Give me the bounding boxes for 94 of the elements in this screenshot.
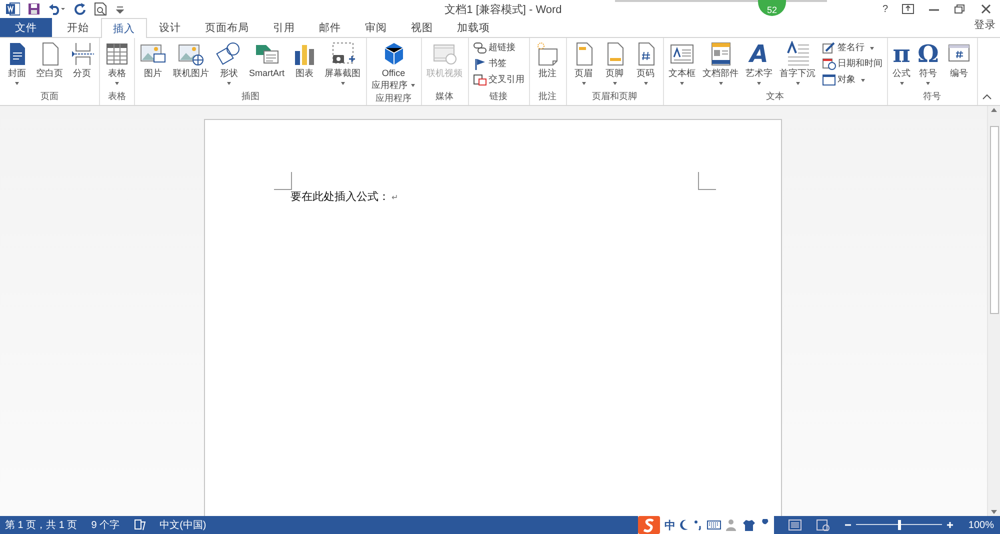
ime-toolbar[interactable]: 中: [638, 516, 774, 534]
ribbon-display-icon[interactable]: [902, 4, 914, 14]
collapse-ribbon-icon[interactable]: [982, 93, 992, 101]
group-label: 页面: [40, 90, 60, 103]
symbol-glyph: π: [892, 41, 910, 67]
table-icon: [105, 41, 129, 67]
proofing-icon[interactable]: [134, 519, 146, 531]
help-button[interactable]: ?: [882, 4, 888, 14]
ribbon-button[interactable]: Office 应用程序: [368, 40, 419, 92]
customize-icon[interactable]: [116, 4, 124, 14]
ribbon-button[interactable]: SmartArt: [246, 40, 288, 80]
drop-cap-icon: [784, 41, 811, 67]
ribbon-button[interactable]: 对象: [820, 72, 885, 87]
ribbon-tab[interactable]: 设计: [147, 18, 193, 37]
ribbon-tab[interactable]: 邮件: [307, 18, 353, 37]
language-indicator[interactable]: 中文(中国): [160, 518, 206, 532]
signature-line-icon: [822, 42, 836, 54]
ribbon-button[interactable]: 页码: [630, 40, 661, 88]
print-preview-icon[interactable]: [94, 2, 108, 16]
group-label: 表格: [107, 90, 127, 103]
group-label: 符号: [922, 90, 942, 103]
counter-badge: 52: [758, 0, 786, 16]
save-icon[interactable]: [28, 3, 40, 15]
punctuation-icon[interactable]: [693, 519, 704, 531]
symbol-glyph: A: [750, 41, 768, 67]
ribbon-button[interactable]: A 艺术字: [742, 40, 776, 88]
ribbon-button[interactable]: 页脚: [600, 40, 630, 88]
ribbon-tab[interactable]: 加载项: [445, 18, 502, 37]
document-text: 要在此处插入公式：: [290, 190, 390, 204]
ribbon-button[interactable]: 签名行: [820, 40, 885, 55]
ribbon-button[interactable]: 文档部件: [700, 40, 742, 88]
paragraph-mark: ↵: [392, 193, 398, 202]
close-icon[interactable]: [980, 4, 992, 14]
ribbon-tab[interactable]: 页面布局: [193, 18, 261, 37]
undo-icon[interactable]: [48, 3, 66, 15]
crop-mark: [274, 172, 292, 190]
ime-mode[interactable]: 中: [664, 518, 676, 532]
ribbon-tab[interactable]: 引用: [261, 18, 307, 37]
link-icon: [472, 42, 487, 54]
zoom-in-icon[interactable]: [946, 521, 954, 529]
ribbon-button[interactable]: 书签: [470, 56, 527, 71]
flag-icon: [472, 58, 487, 70]
zoom-thumb[interactable]: [898, 520, 902, 530]
web-layout-icon[interactable]: [816, 519, 830, 531]
ribbon-tab[interactable]: 开始: [55, 18, 101, 37]
ribbon-button[interactable]: 交叉引用: [470, 72, 527, 87]
word-count[interactable]: 9 个字: [91, 518, 120, 532]
file-tab[interactable]: 文件: [0, 18, 52, 37]
ribbon-button[interactable]: 表格: [102, 40, 132, 88]
ribbon-button[interactable]: 形状: [213, 40, 245, 88]
group-label: 页眉和页脚: [591, 90, 638, 103]
ribbon-button[interactable]: Ω 符号: [914, 40, 942, 88]
ribbon-tab[interactable]: 视图: [399, 18, 445, 37]
window-title: 文档1 [兼容模式] - Word: [444, 2, 562, 16]
ribbon-button[interactable]: 封面: [2, 40, 32, 88]
shapes-icon: [216, 41, 242, 67]
group-label: 插图: [240, 90, 260, 103]
print-layout-icon[interactable]: [788, 519, 802, 531]
group-label: 应用程序: [374, 92, 413, 105]
ribbon-tab[interactable]: 审阅: [353, 18, 399, 37]
ribbon-button[interactable]: 空白页: [33, 40, 66, 80]
ribbon-button[interactable]: 批注: [532, 40, 564, 80]
page-break-icon: [70, 41, 94, 67]
ribbon-button[interactable]: π 公式: [890, 40, 914, 88]
restore-icon[interactable]: [954, 4, 966, 14]
ribbon-tab[interactable]: 插入: [101, 18, 147, 38]
ribbon-button[interactable]: 日期和时间: [820, 56, 885, 71]
scrollbar-thumb[interactable]: [990, 126, 998, 314]
redo-icon[interactable]: [74, 3, 86, 15]
moon-icon[interactable]: [679, 519, 690, 531]
sign-in-link[interactable]: 登录: [974, 18, 1000, 37]
crop-mark: [698, 172, 716, 190]
zoom-level[interactable]: 100%: [968, 520, 994, 530]
ribbon-button[interactable]: 文本框: [666, 40, 699, 88]
group-label: 媒体: [434, 90, 455, 103]
object-icon: [822, 74, 836, 86]
ribbon-button[interactable]: 图片: [137, 40, 169, 80]
ribbon-button[interactable]: 联机图片: [170, 40, 212, 80]
shirt-icon[interactable]: [743, 519, 756, 531]
ribbon-button[interactable]: 首字下沉: [776, 40, 819, 88]
group-label: 链接: [488, 90, 509, 103]
calendar-clock-icon: [822, 58, 836, 70]
keyboard-icon[interactable]: [707, 519, 722, 531]
ribbon-button[interactable]: 分页: [67, 40, 97, 80]
ribbon-button[interactable]: 屏幕截图: [322, 40, 364, 88]
ribbon-button[interactable]: 超链接: [470, 40, 527, 55]
group-label: 批注: [538, 90, 558, 103]
ribbon-button[interactable]: 编号: [942, 40, 975, 80]
symbol-glyph: Ω: [918, 41, 939, 67]
cross-reference-icon: [472, 74, 487, 86]
group-label: 文本: [765, 90, 786, 103]
ribbon-button[interactable]: 图表: [288, 40, 321, 80]
ribbon-button[interactable]: 页眉: [568, 40, 599, 88]
page-count[interactable]: 第 1 页，共 1 页: [5, 518, 78, 532]
